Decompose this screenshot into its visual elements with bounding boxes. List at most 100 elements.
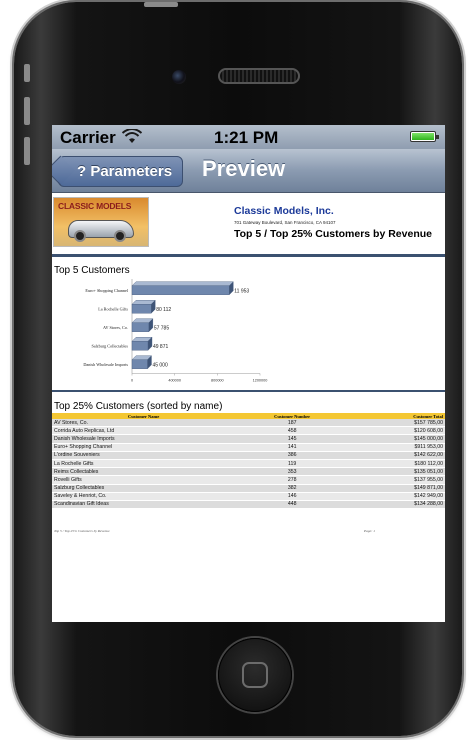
cell-customer-total: $142 949,00	[349, 492, 445, 501]
cell-customer-name: AV Stores, Co.	[52, 419, 236, 428]
back-parameters-button[interactable]: ? Parameters	[52, 155, 184, 187]
cell-customer-total: $157 785,00	[349, 419, 445, 428]
cell-customer-name: Rovelli Gifts	[52, 475, 236, 485]
cell-customer-total: $145 000,00	[349, 434, 445, 444]
bar	[131, 285, 230, 295]
home-button[interactable]	[218, 638, 292, 712]
top5-bar-chart: Euro+ Shopping Channel 11 953 La Rochelle …	[52, 275, 292, 385]
car-wheel	[74, 230, 86, 242]
table-row: AV Stores, Co. 187 $157 785,00	[52, 419, 445, 428]
cell-customer-name: Saveley & Henriot, Co.	[52, 492, 236, 501]
bar	[131, 341, 149, 351]
cell-customer-number: 458	[235, 426, 350, 436]
battery-level	[412, 133, 434, 140]
cell-customer-name: Reims Collectables	[52, 467, 236, 477]
bar	[131, 304, 152, 314]
power-button[interactable]	[144, 2, 178, 7]
cell-customer-total: $180 112,00	[349, 459, 445, 469]
category-label: AV Stores, Co.	[103, 325, 128, 331]
bar-value-label: 57 785	[154, 325, 170, 331]
cell-customer-name: Danish Wholesale Imports	[52, 434, 236, 444]
back-button-label: ? Parameters	[77, 163, 173, 180]
table-row: Scandinavian Gift Ideas 448 $134 288,00	[52, 500, 445, 510]
cell-customer-name: Euro+ Shopping Channel	[52, 443, 236, 452]
cell-customer-total: $135 051,00	[349, 467, 445, 477]
x-tick-label: 1200000	[253, 379, 268, 383]
logo-text: CLASSIC MODELS	[58, 201, 132, 211]
company-address: 701 Gateway Boulevard, San Francisco, CA…	[234, 220, 336, 225]
front-camera	[172, 70, 186, 84]
cell-customer-total: $137 955,00	[349, 475, 445, 485]
top25-table: Customer Name Customer Number Customer T…	[52, 413, 445, 510]
cell-customer-name: La Rochelle Gifts	[52, 459, 236, 469]
category-label: Salzburg Collectables	[91, 343, 128, 348]
top25-section-title: Top 25% Customers (sorted by name)	[54, 401, 223, 412]
cell-customer-number: 382	[235, 484, 350, 493]
cell-customer-number: 187	[235, 419, 350, 428]
table-row: Rovelli Gifts 278 $137 955,00	[52, 475, 445, 485]
cell-customer-number: 145	[235, 434, 350, 444]
wifi-icon	[121, 128, 143, 149]
table-row: Corrida Auto Replicas, Ltd 458 $120 608,00	[52, 426, 445, 436]
report-title: Top 5 / Top 25% Customers by Revenue	[234, 228, 432, 240]
cell-customer-number: 146	[235, 492, 350, 501]
cell-customer-total: $120 608,00	[349, 426, 445, 436]
category-label: La Rochelle Gifts	[98, 306, 128, 311]
bar-value-label: 49 871	[153, 344, 169, 350]
x-tick-label: 0	[131, 379, 133, 383]
bar	[131, 359, 148, 369]
footer-page-number: Page: 1	[364, 529, 375, 533]
cell-customer-number: 386	[235, 451, 350, 460]
table-row: La Rochelle Gifts 119 $180 112,00	[52, 459, 445, 469]
cell-customer-total: $142 622,00	[349, 451, 445, 460]
cell-customer-number: 448	[235, 500, 350, 510]
home-square-icon	[242, 662, 268, 688]
divider	[52, 390, 445, 392]
table-row: Saveley & Henriot, Co. 146 $142 949,00	[52, 492, 445, 501]
cell-customer-name: Salzburg Collectables	[52, 484, 236, 493]
earpiece-speaker	[218, 68, 300, 84]
table-row: Reims Collectables 353 $135 051,00	[52, 467, 445, 477]
bar-value-label: 11 953	[234, 288, 249, 294]
status-bar: Carrier 1:21 PM	[52, 125, 445, 149]
battery-icon	[410, 131, 439, 142]
bar	[131, 322, 150, 332]
x-tick-label: 800000	[211, 379, 224, 383]
back-arrow-icon	[52, 155, 76, 186]
cell-customer-number: 141	[235, 443, 350, 452]
cell-customer-name: L'ordine Souveniers	[52, 451, 236, 460]
company-logo: CLASSIC MODELS	[53, 197, 149, 247]
x-tick-label: 400000	[168, 379, 181, 383]
car-wheel	[114, 230, 126, 242]
volume-up-button[interactable]	[24, 97, 30, 125]
bar-value-label: 80 112	[156, 307, 171, 313]
page-title: Preview	[202, 156, 286, 181]
cell-customer-number: 353	[235, 467, 350, 477]
navigation-bar: ? Parameters Preview	[52, 149, 445, 193]
company-name: Classic Models, Inc.	[234, 205, 334, 217]
screen: Carrier 1:21 PM ? Parameters Preview CLA…	[52, 125, 445, 622]
table-row: L'ordine Souveniers 386 $142 622,00	[52, 451, 445, 460]
cell-customer-number: 119	[235, 459, 350, 469]
cell-customer-total: $149 871,00	[349, 484, 445, 493]
clock: 1:21 PM	[214, 128, 279, 147]
bar-value-label: 45 000	[152, 362, 168, 368]
table-row: Danish Wholesale Imports 145 $145 000,00	[52, 434, 445, 444]
table-row: Salzburg Collectables 382 $149 871,00	[52, 484, 445, 493]
cell-customer-total: $911 953,00	[349, 443, 445, 452]
table-row: Euro+ Shopping Channel 141 $911 953,00	[52, 443, 445, 452]
cell-customer-number: 278	[235, 475, 350, 485]
volume-down-button[interactable]	[24, 137, 30, 165]
carrier-label: Carrier	[60, 128, 116, 147]
cell-customer-name: Corrida Auto Replicas, Ltd	[52, 426, 236, 436]
cell-customer-total: $134 288,00	[349, 500, 445, 510]
category-label: Danish Wholesale Imports	[83, 362, 128, 367]
divider	[52, 254, 445, 257]
report-preview[interactable]: CLASSIC MODELS Classic Models, Inc. 701 …	[52, 193, 445, 622]
bar-top-face	[131, 281, 234, 286]
top5-chart-svg: Euro+ Shopping Channel 11 953 La Rochelle …	[83, 279, 268, 383]
category-label: Euro+ Shopping Channel	[85, 288, 128, 293]
mute-switch[interactable]	[24, 64, 30, 82]
footer-report-title: Top 5 / Top 25% Customers by Revenue	[54, 529, 110, 533]
cell-customer-name: Scandinavian Gift Ideas	[52, 500, 236, 510]
